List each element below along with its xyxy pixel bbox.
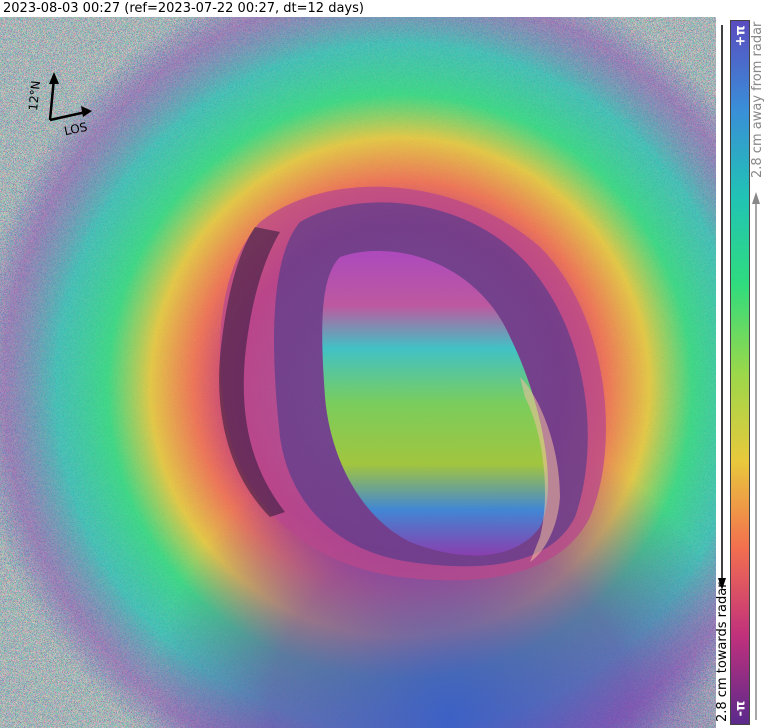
away-from-radar-label: 2.8 cm away from radar: [750, 21, 765, 178]
towards-radar-label: 2.8 cm towards radar: [715, 582, 730, 722]
interferogram-image: [0, 17, 716, 728]
image-title: 2023-08-03 00:27 (ref=2023-07-22 00:27, …: [3, 1, 364, 16]
compass: 12°N LOS: [20, 70, 100, 150]
